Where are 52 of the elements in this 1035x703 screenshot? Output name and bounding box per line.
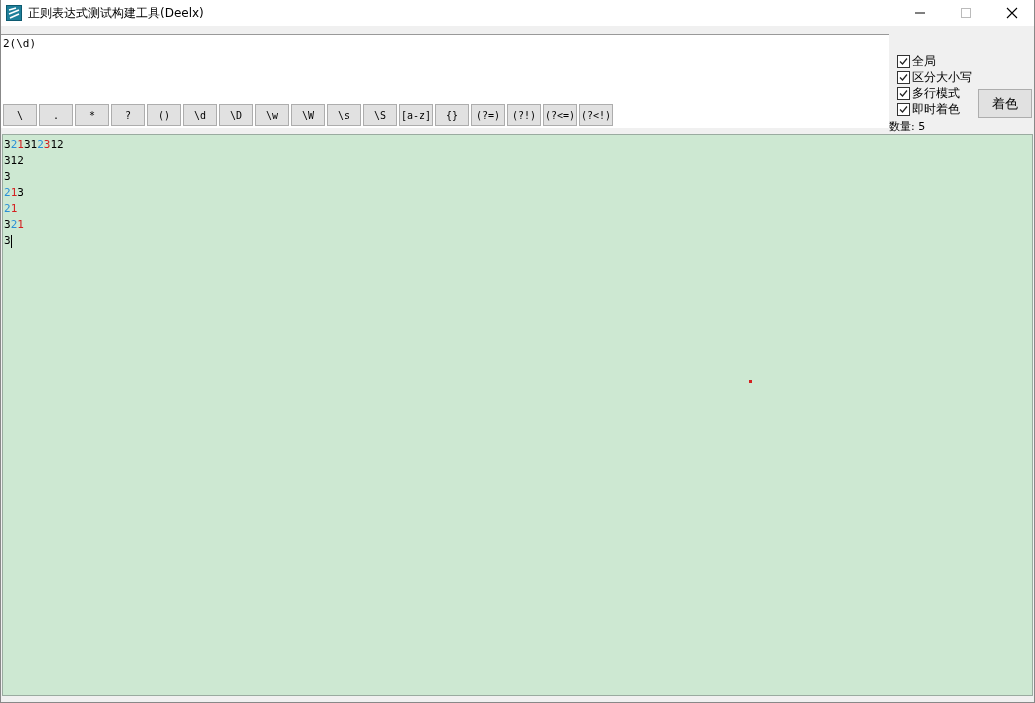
- result-text: 2: [10, 137, 18, 153]
- result-text: 2: [37, 137, 44, 153]
- result-text: 312: [4, 153, 24, 169]
- token-button[interactable]: \: [3, 104, 37, 126]
- token-button[interactable]: (?=): [471, 104, 505, 126]
- token-button[interactable]: (?!): [507, 104, 541, 126]
- option-checkbox[interactable]: [897, 102, 910, 116]
- window-title: 正则表达式测试构建工具(Deelx): [28, 4, 204, 22]
- result-text: 2: [4, 185, 11, 201]
- result-text: 3: [43, 137, 51, 153]
- option-checkbox[interactable]: [897, 86, 910, 100]
- token-button[interactable]: \s: [327, 104, 361, 126]
- token-button[interactable]: \D: [219, 104, 253, 126]
- dot-mark: [749, 380, 752, 383]
- token-button[interactable]: {}: [435, 104, 469, 126]
- result-text: 3: [4, 137, 11, 153]
- text-cursor: [10, 234, 12, 248]
- result-text: 2: [4, 201, 11, 217]
- pattern-field[interactable]: 2(\d): [1, 34, 889, 102]
- result-text: 12: [50, 137, 64, 153]
- result-text: 2: [10, 217, 18, 233]
- result-text: 1: [10, 201, 18, 217]
- option-label: 区分大小写: [912, 68, 972, 86]
- token-button[interactable]: [a-z]: [399, 104, 433, 126]
- app-icon: [6, 5, 22, 21]
- token-button[interactable]: .: [39, 104, 73, 126]
- result-text: 1: [17, 137, 24, 153]
- match-count: 数量: 5: [889, 119, 927, 134]
- token-button[interactable]: \W: [291, 104, 325, 126]
- token-button[interactable]: (?<!): [579, 104, 613, 126]
- token-button[interactable]: *: [75, 104, 109, 126]
- token-button[interactable]: \w: [255, 104, 289, 126]
- result-text: 31: [23, 137, 38, 153]
- option-label: 即时着色: [912, 100, 960, 118]
- option-label: 全局: [912, 52, 936, 70]
- result-text: 3: [4, 233, 11, 249]
- option-checkbox[interactable]: [897, 70, 910, 84]
- result-text: 1: [10, 185, 18, 201]
- result-text: 3: [4, 217, 11, 233]
- colorize-button[interactable]: 着色: [978, 89, 1032, 118]
- close-icon[interactable]: [1006, 7, 1018, 19]
- result-text: 3: [4, 169, 11, 185]
- result-text-area[interactable]: 321312312 312 3 213 21 321 3: [2, 134, 1033, 696]
- token-button[interactable]: \S: [363, 104, 397, 126]
- option-label: 多行模式: [912, 84, 960, 102]
- result-text: 1: [17, 217, 24, 233]
- token-button[interactable]: \d: [183, 104, 217, 126]
- token-button[interactable]: (): [147, 104, 181, 126]
- token-button[interactable]: (?<=): [543, 104, 577, 126]
- option-checkbox[interactable]: [897, 54, 910, 68]
- token-button[interactable]: ?: [111, 104, 145, 126]
- result-text: 3: [17, 185, 24, 201]
